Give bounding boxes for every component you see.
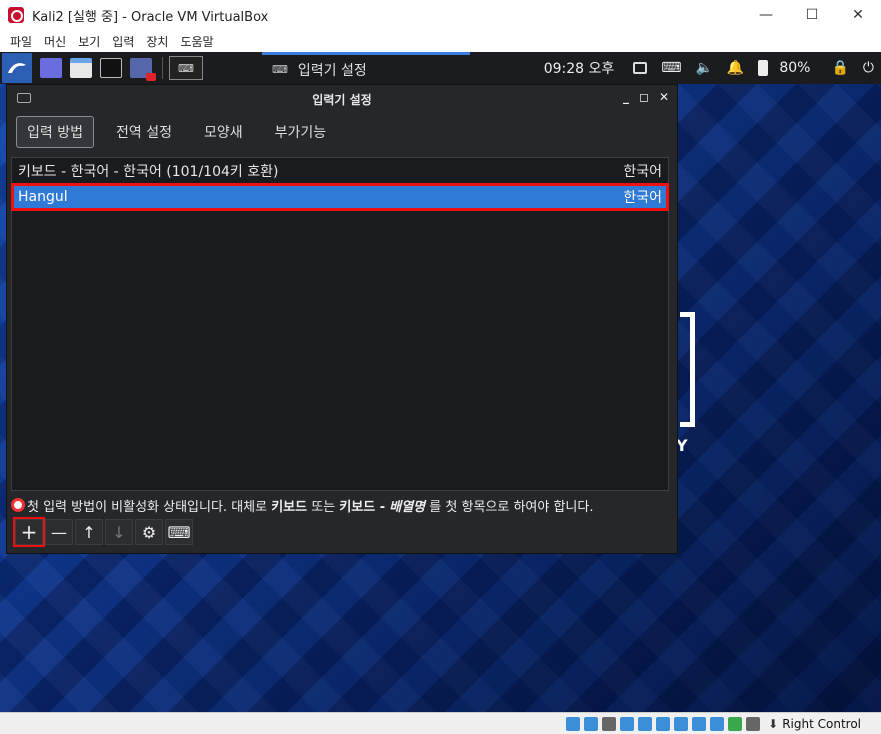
configure-button[interactable]: ⚙ — [135, 519, 163, 545]
dialog-maximize-button[interactable]: ◻ — [639, 90, 649, 104]
move-up-button[interactable]: ↑ — [75, 519, 103, 545]
recording-icon[interactable] — [692, 716, 707, 731]
battery-percent: 80% — [779, 60, 811, 76]
host-window-title: Kali2 [실행 중] - Oracle VM VirtualBox — [32, 9, 269, 25]
notification-bell-icon[interactable]: 🔔 — [727, 60, 744, 76]
host-window-controls: — ☐ ✕ — [743, 0, 881, 30]
host-key-indicator[interactable]: ⬇ Right Control — [768, 717, 861, 731]
vm-status-bar: ⬇ Right Control — [0, 712, 881, 734]
optical-drive-icon[interactable] — [584, 716, 599, 731]
menu-file[interactable]: 파일 — [4, 33, 38, 50]
input-method-list: 키보드 - 한국어 - 한국어 (101/104키 호환) 한국어 Hangul… — [11, 157, 669, 491]
input-method-language: 한국어 — [623, 190, 662, 206]
warning-text-3: 를 첫 항목으로 하여야 합니다. — [429, 499, 594, 515]
input-method-name: 키보드 - 한국어 - 한국어 (101/104키 호환) — [18, 164, 279, 180]
list-item[interactable]: 키보드 - 한국어 - 한국어 (101/104키 호환) 한국어 — [12, 158, 668, 184]
menu-view[interactable]: 보기 — [72, 33, 106, 50]
tab-addons[interactable]: 부가기능 — [265, 117, 337, 147]
display-icon[interactable] — [633, 62, 648, 74]
taskbar-label: 입력기 설정 — [297, 62, 367, 79]
keyboard-icon — [17, 93, 31, 103]
menu-input[interactable]: 입력 — [106, 33, 140, 50]
tab-global-settings[interactable]: 전역 설정 — [106, 117, 182, 147]
menu-devices[interactable]: 장치 — [140, 33, 174, 50]
menu-help[interactable]: 도움말 — [174, 33, 219, 50]
minimize-button[interactable]: — — [743, 0, 789, 30]
dialog-minimize-button[interactable]: _ — [623, 90, 629, 104]
file-manager-icon[interactable] — [70, 58, 92, 78]
network-icon[interactable] — [620, 716, 635, 731]
keyboard-capture-icon[interactable] — [746, 716, 761, 731]
add-input-method-button[interactable]: + — [13, 517, 45, 547]
battery-indicator[interactable]: 80% — [758, 60, 817, 76]
screen-recorder-icon[interactable] — [130, 58, 156, 81]
keyboard-layout-button[interactable]: ⌨ — [165, 519, 193, 545]
lock-icon[interactable]: 🔒 — [831, 60, 848, 76]
tab-input-method[interactable]: 입력 방법 — [16, 116, 94, 148]
warning-italic-layout: 배열명 — [389, 499, 426, 515]
host-key-label: Right Control — [782, 716, 861, 731]
guest-desktop: ⌨ ⌨ 입력기 설정 09:28 오후 ⌨ 🔈 🔔 80% 🔒 ⏻ Y 입력기 … — [0, 52, 881, 712]
input-method-settings-dialog: 입력기 설정 _ ◻ ✕ 입력 방법 전역 설정 모양새 부가기능 키보드 - … — [6, 84, 678, 554]
virtualbox-app-icon — [8, 7, 24, 23]
tab-bar: 입력 방법 전역 설정 모양새 부가기능 — [7, 113, 677, 151]
display-icon[interactable] — [674, 716, 689, 731]
warning-bold-keyboard: 키보드 — [271, 499, 308, 515]
keyboard-layout-icon[interactable]: ⌨ — [661, 60, 681, 76]
desktop-logo-fragment — [680, 312, 695, 427]
kali-dragon-icon — [8, 63, 26, 73]
remove-input-method-button[interactable]: — — [45, 519, 73, 545]
volume-icon[interactable]: 🔈 — [695, 60, 712, 76]
maximize-button[interactable]: ☐ — [789, 0, 835, 30]
dialog-close-button[interactable]: ✕ — [659, 90, 669, 104]
kali-menu-button[interactable] — [2, 53, 32, 83]
panel-separator — [162, 57, 163, 79]
input-method-name: Hangul — [18, 189, 68, 205]
warning-message: 첫 입력 방법이 비활성화 상태입니다. 대체로 키보드 또는 키보드 - 배열… — [11, 493, 671, 517]
vtx-icon[interactable] — [710, 716, 725, 731]
workspace-keyboard-icon[interactable]: ⌨ — [169, 56, 203, 80]
warning-text-1: 첫 입력 방법이 비활성화 상태입니다. 대체로 — [27, 499, 268, 515]
system-tray: 09:28 오후 ⌨ 🔈 🔔 80% 🔒 ⏻ — [537, 52, 881, 84]
power-icon[interactable]: ⏻ — [863, 60, 874, 76]
terminal-icon[interactable] — [100, 58, 122, 78]
warning-text-2: 또는 — [311, 499, 336, 515]
warning-icon — [11, 498, 25, 512]
menu-machine[interactable]: 머신 — [38, 33, 72, 50]
dialog-window-controls: _ ◻ ✕ — [623, 90, 669, 104]
audio-icon[interactable] — [602, 716, 617, 731]
list-toolbar: + — ↑ ↓ ⚙ ⌨ — [11, 517, 671, 547]
dialog-title-bar[interactable]: 입력기 설정 _ ◻ ✕ — [7, 85, 677, 113]
dialog-title: 입력기 설정 — [312, 92, 372, 107]
usb-icon[interactable] — [638, 716, 653, 731]
kali-top-panel: ⌨ ⌨ 입력기 설정 09:28 오후 ⌨ 🔈 🔔 80% 🔒 ⏻ — [0, 52, 881, 84]
host-title-bar: Kali2 [실행 중] - Oracle VM VirtualBox — ☐ … — [0, 0, 881, 30]
move-down-button[interactable]: ↓ — [105, 519, 133, 545]
taskbar-input-settings[interactable]: ⌨ 입력기 설정 — [262, 52, 470, 84]
warning-bold-keyboard-dash: 키보드 - — [339, 499, 386, 515]
list-item-selected[interactable]: Hangul 한국어 — [11, 183, 669, 211]
tab-appearance[interactable]: 모양새 — [194, 117, 253, 147]
hard-disk-icon[interactable] — [566, 716, 581, 731]
mouse-integration-icon[interactable] — [728, 716, 743, 731]
shared-folders-icon[interactable] — [656, 716, 671, 731]
keyboard-icon: ⌨ — [272, 63, 288, 76]
clock[interactable]: 09:28 오후 — [544, 58, 615, 78]
app-launcher-icon[interactable] — [40, 58, 62, 78]
arrow-down-icon: ⬇ — [768, 716, 779, 731]
host-menu-bar: 파일 머신 보기 입력 장치 도움말 — [0, 30, 881, 52]
close-button[interactable]: ✕ — [835, 0, 881, 30]
input-method-language: 한국어 — [623, 164, 662, 180]
